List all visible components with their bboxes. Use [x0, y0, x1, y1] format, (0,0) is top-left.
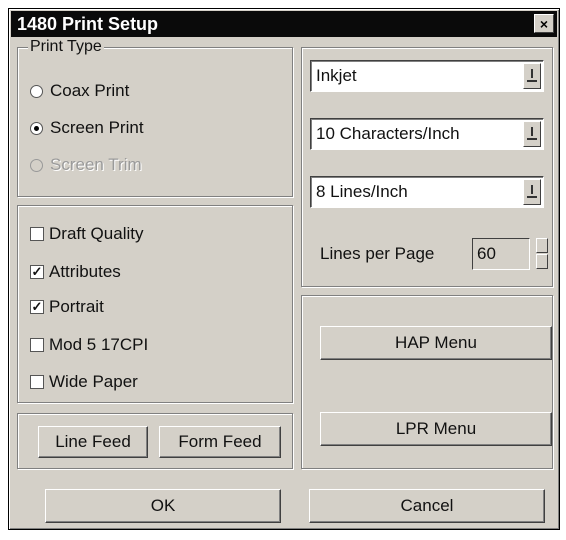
screen-trim-label: Screen Trim	[50, 155, 142, 174]
spin-up-icon[interactable]	[536, 238, 548, 253]
print-setup-dialog: 1480 Print Setup × Print Type Coax Print…	[8, 8, 560, 530]
form-feed-button[interactable]: Form Feed	[159, 426, 281, 458]
printer-select[interactable]: Inkjet	[310, 60, 544, 92]
chevron-down-icon[interactable]	[523, 63, 541, 89]
radio-screen-print[interactable]: Screen Print	[30, 116, 144, 140]
print-type-group: Print Type Coax Print Screen Print Scree…	[17, 37, 293, 197]
radio-coax-print[interactable]: Coax Print	[30, 79, 129, 103]
mod5-17cpi-checkbox[interactable]	[30, 338, 44, 352]
checkbox-wide-paper[interactable]: Wide Paper	[30, 370, 138, 394]
close-icon: ×	[539, 16, 549, 32]
radio-screen-trim: Screen Trim	[30, 153, 142, 177]
checkbox-portrait[interactable]: ✓ Portrait	[30, 295, 104, 319]
printer-value: Inkjet	[316, 66, 357, 85]
title-bar[interactable]: 1480 Print Setup ×	[11, 11, 557, 37]
checkbox-attributes[interactable]: ✓ Attributes	[30, 260, 121, 284]
menu-group: HAP Menu LPR Menu	[301, 295, 553, 469]
print-type-legend: Print Type	[28, 37, 104, 57]
lpi-value: 8 Lines/Inch	[316, 182, 408, 201]
lpr-menu-button[interactable]: LPR Menu	[320, 412, 552, 446]
options-group: Draft Quality ✓ Attributes ✓ Portrait Mo…	[17, 205, 293, 403]
settings-group: Inkjet 10 Characters/Inch 8 Lines/Inch L…	[301, 47, 553, 287]
lines-per-page-value: 60	[477, 244, 496, 263]
cpi-select[interactable]: 10 Characters/Inch	[310, 118, 544, 150]
screen-print-label: Screen Print	[50, 118, 144, 137]
chevron-down-icon[interactable]	[523, 121, 541, 147]
draft-quality-label: Draft Quality	[49, 224, 144, 243]
coax-print-radio[interactable]	[30, 84, 43, 98]
cancel-button[interactable]: Cancel	[309, 489, 545, 523]
lpi-select[interactable]: 8 Lines/Inch	[310, 176, 544, 208]
ok-button[interactable]: OK	[45, 489, 281, 523]
draft-quality-checkbox[interactable]	[30, 227, 44, 241]
screen-print-radio[interactable]	[30, 121, 43, 135]
mod5-17cpi-label: Mod 5 17CPI	[49, 335, 149, 354]
attributes-checkbox[interactable]: ✓	[30, 265, 44, 279]
portrait-checkbox[interactable]: ✓	[30, 300, 44, 314]
hap-menu-button[interactable]: HAP Menu	[320, 326, 552, 360]
lines-per-page-field[interactable]: 60	[472, 238, 530, 270]
checkbox-draft-quality[interactable]: Draft Quality	[30, 222, 143, 246]
screen-trim-radio	[30, 158, 43, 172]
cpi-value: 10 Characters/Inch	[316, 124, 460, 143]
dialog-title: 1480 Print Setup	[17, 14, 159, 34]
wide-paper-label: Wide Paper	[49, 372, 138, 391]
spin-down-icon[interactable]	[536, 254, 548, 269]
wide-paper-checkbox[interactable]	[30, 375, 44, 389]
close-button[interactable]: ×	[534, 14, 554, 33]
checkbox-mod5-17cpi[interactable]: Mod 5 17CPI	[30, 333, 148, 357]
portrait-label: Portrait	[49, 297, 104, 316]
lines-per-page-label: Lines per Page	[320, 244, 435, 263]
attributes-label: Attributes	[49, 262, 121, 281]
feed-group: Line Feed Form Feed	[17, 413, 293, 469]
line-feed-button[interactable]: Line Feed	[38, 426, 148, 458]
coax-print-label: Coax Print	[50, 81, 130, 100]
chevron-down-icon[interactable]	[523, 179, 541, 205]
